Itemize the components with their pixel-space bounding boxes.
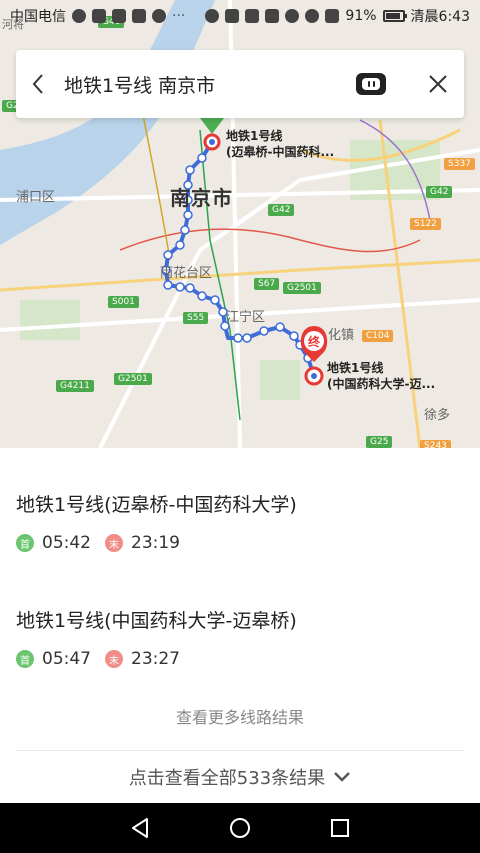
close-icon	[429, 75, 447, 93]
road-badge: G42	[426, 186, 453, 198]
end-station-direction: (中国药科大学-迈...	[327, 377, 436, 391]
road-badge: S001	[108, 296, 139, 308]
end-badge: 终	[307, 335, 320, 349]
route-item[interactable]: 地铁1号线(中国药科大学-迈皋桥) 首 05:47 末 23:27	[16, 606, 464, 669]
start-station-line: 地铁1号线	[226, 129, 283, 143]
divider	[16, 750, 464, 751]
road-badge: S337	[444, 158, 475, 170]
route-item[interactable]: 地铁1号线(迈皋桥-中国药科大学) 首 05:42 末 23:19	[16, 490, 464, 553]
end-station-line: 地铁1号线	[327, 361, 384, 375]
status-bar: 中国电信 ··· 91% 清晨6:43	[0, 0, 480, 32]
road-badge: G2501	[114, 373, 152, 385]
carrier-name: 中国电信	[10, 9, 66, 25]
cloud-icon	[112, 9, 126, 23]
system-nav-bar	[0, 803, 480, 853]
road-badge: S243	[420, 440, 451, 448]
map-district-label: 浦口区	[16, 190, 56, 205]
all-results-button[interactable]: 点击查看全部533条结果	[0, 764, 480, 790]
notification-icon	[72, 9, 86, 23]
battery-percent: 91%	[345, 8, 377, 24]
route-times: 首 05:47 末 23:27	[16, 649, 464, 669]
search-query[interactable]: 地铁1号线 南京市	[64, 71, 356, 98]
location-icon	[205, 9, 220, 23]
image-icon	[132, 9, 146, 23]
nav-home-icon[interactable]	[228, 816, 252, 840]
activity-icon	[92, 9, 106, 23]
road-badge: G25	[366, 436, 393, 448]
map-district-label: 雨花台区	[160, 266, 213, 281]
nfc-icon	[245, 9, 260, 23]
first-train-time: 05:42	[42, 533, 91, 553]
route-title: 地铁1号线(迈皋桥-中国药科大学)	[16, 494, 297, 516]
first-train-time: 05:47	[42, 649, 91, 669]
road-badge: S122	[410, 218, 441, 230]
road-badge: G2501	[283, 282, 321, 294]
last-train-time: 23:19	[131, 533, 180, 553]
more-routes-link[interactable]: 查看更多线路结果	[0, 704, 480, 728]
road-badge: S55	[183, 312, 209, 324]
route-title: 地铁1号线(中国药科大学-迈皋桥)	[16, 610, 297, 632]
back-button[interactable]	[16, 50, 60, 118]
map-district-label: 化镇	[328, 328, 355, 343]
chevron-down-icon	[334, 772, 351, 782]
map-city-label: 南京市	[170, 186, 233, 210]
search-card: 地铁1号线 南京市	[16, 50, 464, 118]
last-train-badge: 末	[105, 650, 123, 668]
road-badge: C104	[362, 330, 394, 342]
back-arrow-icon	[32, 74, 43, 94]
end-station-label[interactable]: 地铁1号线 (中国药科大学-迈...	[327, 360, 435, 392]
signal-icon	[325, 9, 340, 23]
road-badge: G42	[268, 204, 295, 216]
nav-back-icon[interactable]	[129, 816, 151, 840]
road-badge: S67	[254, 278, 280, 290]
first-train-badge: 首	[16, 650, 34, 668]
results-panel: 地铁1号线(迈皋桥-中国药科大学) 首 05:42 末 23:19 地铁1号线(…	[0, 448, 480, 803]
clock: 清晨6:43	[410, 9, 470, 25]
wifi-icon	[305, 9, 320, 23]
start-station-label[interactable]: 地铁1号线 (迈皋桥-中国药科...	[226, 128, 334, 160]
last-train-badge: 末	[105, 534, 123, 552]
map-district-label: 江宁区	[226, 310, 266, 325]
first-train-badge: 首	[16, 534, 34, 552]
bluetooth-icon	[225, 9, 240, 23]
more-dots-icon: ···	[172, 8, 186, 24]
road-badge: G4211	[56, 380, 94, 392]
eye-icon	[285, 9, 300, 23]
battery-icon	[382, 10, 407, 22]
message-icon	[152, 9, 166, 23]
map-district-label: 徐多	[424, 408, 451, 423]
last-train-time: 23:27	[131, 649, 180, 669]
nav-recents-icon[interactable]	[329, 817, 351, 839]
vibrate-icon	[265, 9, 280, 23]
battery-fill	[385, 13, 401, 19]
close-button[interactable]	[412, 50, 464, 118]
start-marker	[200, 118, 224, 151]
voice-assistant-icon	[362, 78, 380, 90]
voice-assistant-button[interactable]	[356, 73, 386, 95]
all-results-label: 点击查看全部533条结果	[128, 768, 326, 789]
start-station-direction: (迈皋桥-中国药科...	[226, 145, 335, 159]
route-times: 首 05:42 末 23:19	[16, 533, 464, 553]
